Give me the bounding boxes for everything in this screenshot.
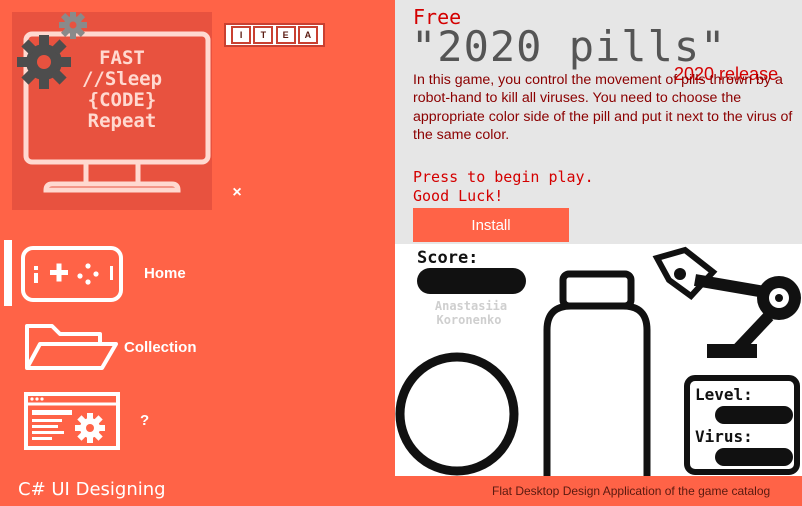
nav-active-indicator: [4, 240, 12, 306]
logo-line-3: {CODE}: [88, 89, 157, 111]
virus-display: [715, 448, 793, 466]
browser-gear-icon: [24, 392, 120, 450]
itea-letter: I: [231, 26, 252, 44]
itea-letter: T: [253, 26, 274, 44]
robot-arm-icon: [652, 246, 801, 358]
gamepad-phone-icon: [21, 246, 123, 302]
logo-line-1: FAST: [99, 47, 145, 69]
game-preview-image: Score: Anastasiia Koronenko Level: Virus…: [395, 244, 802, 476]
good-luck-text: Good Luck!: [413, 187, 504, 205]
monitor-logo-icon: FAST //Sleep {CODE} Repeat: [17, 11, 211, 193]
itea-letter: A: [297, 26, 318, 44]
press-instruction: Press to begin play.: [413, 168, 594, 186]
logo-line-2: //Sleep: [82, 68, 162, 90]
game-preview-art: Score: Anastasiia Koronenko Level: Virus…: [395, 246, 801, 476]
footer-caption: C# UI Designing: [18, 479, 166, 500]
itea-letter: E: [275, 26, 296, 44]
score-label: Score:: [417, 248, 478, 268]
game-description: In this game, you control the movement o…: [413, 72, 793, 144]
footer-description: Flat Desktop Design Application of the g…: [492, 484, 771, 498]
virus-label: Virus:: [695, 427, 753, 446]
level-label: Level:: [695, 385, 753, 404]
install-button[interactable]: Install: [413, 208, 569, 242]
itea-badge: I T E A: [224, 23, 325, 47]
nav-item-collection[interactable]: Collection: [20, 318, 240, 382]
nav-item-home[interactable]: Home: [20, 244, 240, 308]
folder-icon: [25, 324, 118, 370]
logo-line-4: Repeat: [88, 110, 157, 132]
pill-bottle-icon: [543, 270, 651, 476]
author-first-name: Anastasiia: [435, 299, 507, 313]
nav-item-label: ?: [140, 412, 150, 429]
magnifier-icon: [395, 352, 519, 476]
score-display: [417, 268, 526, 294]
nav-item-help[interactable]: ?: [20, 390, 240, 454]
level-display: [715, 406, 793, 424]
author-last-name: Koronenko: [436, 313, 501, 327]
nav-item-label: Home: [144, 265, 186, 282]
nav-item-label: Collection: [124, 339, 197, 356]
close-button[interactable]: ×: [228, 184, 246, 204]
app-logo: FAST //Sleep {CODE} Repeat: [12, 11, 212, 210]
